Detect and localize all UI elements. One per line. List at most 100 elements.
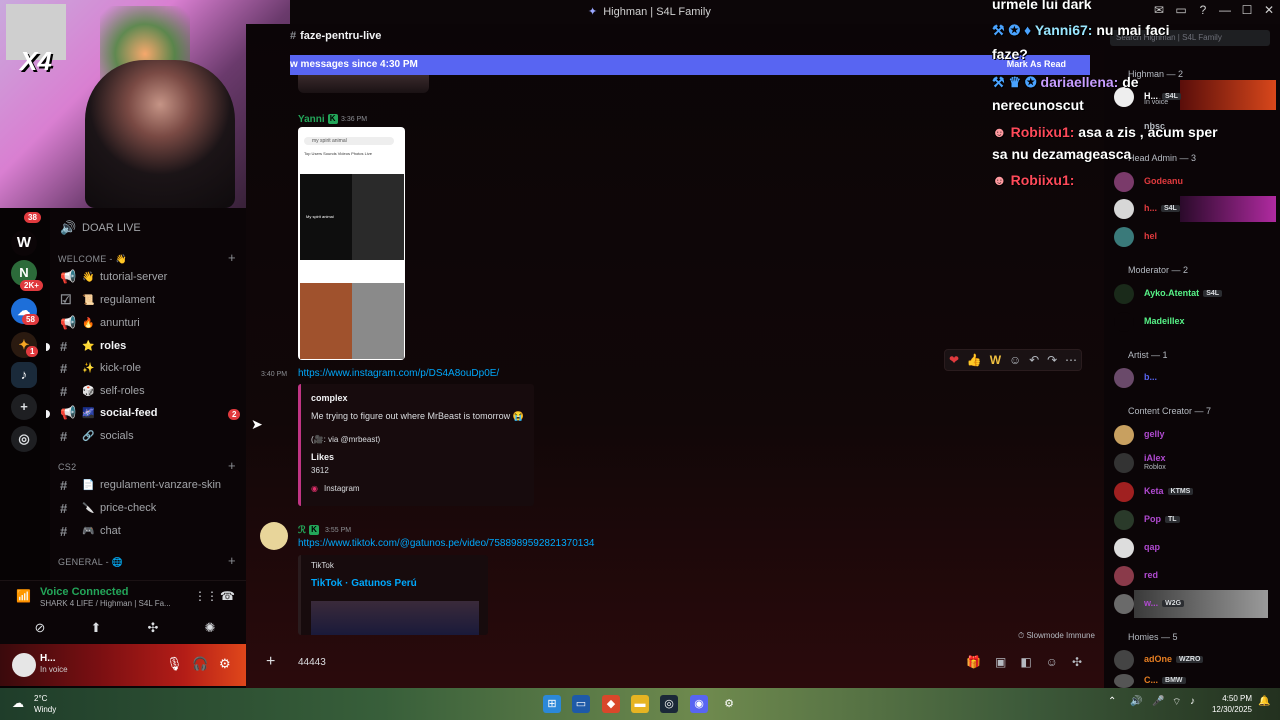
signal-icon[interactable]: 📶 [16, 589, 31, 603]
member-item[interactable]: Keta KTMS [1114, 481, 1276, 503]
category-general[interactable]: GENERAL - 🌐 [58, 557, 123, 568]
apps-icon[interactable]: ✣ [1072, 655, 1082, 669]
clock[interactable]: 4:50 PM 12/30/2025 [1208, 693, 1252, 715]
add-channel-icon[interactable]: + [228, 458, 236, 473]
sticker-icon[interactable]: ◧ [1020, 655, 1031, 669]
instagram-link[interactable]: https://www.instagram.com/p/DS4A8ouDp0E/ [298, 368, 499, 379]
channel-roles[interactable]: # ⭐ roles [60, 336, 240, 356]
notifications-icon[interactable]: 🔔 [1258, 696, 1270, 707]
settings-app-icon[interactable]: ⚙ [720, 695, 738, 713]
voice-channel-doar-live[interactable]: 🔊 DOAR LIVE [60, 218, 240, 238]
brave-icon[interactable]: ◆ [602, 695, 620, 713]
noise-suppression-icon[interactable]: ⋮⋮ [194, 589, 218, 603]
tiktok-link[interactable]: https://www.tiktok.com/@gatunos.pe/video… [298, 538, 594, 549]
soundboard-icon[interactable]: ✺ [192, 617, 228, 639]
close-button[interactable]: ✕ [1258, 0, 1280, 22]
screen-share-icon[interactable]: ⬆ [78, 617, 114, 639]
member-item[interactable]: b... [1114, 367, 1276, 389]
avatar[interactable] [12, 653, 36, 677]
headphones-icon[interactable]: 🎧 [192, 656, 208, 672]
channel-price-check[interactable]: # 🔪 price-check [60, 498, 240, 518]
forward-icon[interactable]: ↷ [1047, 353, 1057, 367]
weather-widget[interactable]: 2°C Windy [34, 693, 56, 715]
embed-thumbnail[interactable] [311, 601, 479, 635]
start-icon[interactable]: ⊞ [543, 695, 561, 713]
server-icon-music[interactable]: ♪ [11, 362, 37, 388]
mic-tray-icon[interactable]: 🎤 [1152, 696, 1164, 707]
member-item[interactable]: gelly [1114, 424, 1276, 446]
channel-chat[interactable]: # 🎮 chat [60, 521, 240, 541]
channel-anunturi[interactable]: 📢 🔥 anunturi [60, 313, 240, 333]
member-item[interactable]: Godeanu [1114, 171, 1276, 193]
embed-author[interactable]: complex [311, 393, 348, 403]
previous-image[interactable] [298, 75, 429, 93]
member-item[interactable]: w... W2G [1114, 593, 1276, 615]
heart-reaction-icon[interactable]: ❤ [949, 353, 959, 367]
emoji-icon[interactable]: ☺ [1046, 655, 1058, 669]
microphone-icon[interactable]: 🎙 [166, 656, 183, 672]
member-name: hel [1144, 231, 1158, 241]
member-item[interactable]: hel [1114, 226, 1276, 248]
add-channel-icon[interactable]: + [228, 553, 236, 568]
member-item[interactable]: red [1114, 565, 1276, 587]
username[interactable]: H... [40, 653, 56, 664]
message-author[interactable]: ℛK [298, 525, 322, 536]
channel-self-roles[interactable]: # 🎲 self-roles [60, 381, 240, 401]
channel-regulament[interactable]: ☑ 📜 regulament [60, 290, 240, 310]
speaker-tray-icon[interactable]: ♪ [1190, 696, 1195, 707]
attached-image[interactable]: my spirit animal Top Users Sounds Videos… [298, 127, 405, 360]
server-icon-w[interactable]: W [11, 230, 37, 256]
help-icon[interactable]: ? [1192, 0, 1214, 22]
member-item[interactable]: h... S4L [1114, 198, 1276, 220]
member-item[interactable]: Pop TL [1114, 509, 1276, 531]
member-item[interactable]: Madeillex [1114, 311, 1276, 333]
gift-icon[interactable]: 🎁 [966, 655, 981, 669]
add-attachment-icon[interactable]: + [266, 653, 275, 671]
thumbs-up-reaction-icon[interactable]: 👍 [967, 353, 982, 367]
category-welcome[interactable]: WELCOME - 👋 [58, 254, 127, 265]
overlay-message: ☻ Robiixu1: asa a zis , acum sper [992, 124, 1218, 140]
network-icon[interactable]: ⌔ [1172, 696, 1181, 709]
message-author[interactable]: Yanni K [298, 114, 341, 125]
member-item[interactable]: qap [1114, 537, 1276, 559]
volume-icon[interactable]: 🔊 [1130, 696, 1142, 707]
steam-icon[interactable]: ◎ [660, 695, 678, 713]
task-view-icon[interactable]: ▭ [572, 695, 590, 713]
message-composer[interactable]: + 44443 🎁 ▣ ◧ ☺ ✣ [258, 648, 1098, 678]
file-explorer-icon[interactable]: ▬ [631, 695, 649, 713]
settings-icon[interactable]: ⚙ [219, 656, 231, 672]
disconnect-icon[interactable]: ☎ [220, 589, 235, 603]
weather-icon[interactable]: ☁ [12, 696, 24, 710]
maximize-button[interactable]: ☐ [1236, 0, 1258, 22]
tray-overflow-icon[interactable]: ⌃ [1108, 696, 1116, 707]
channel-social-feed[interactable]: 📢 🌌 social-feed [60, 403, 240, 423]
member-item[interactable]: adOne WZRO [1114, 649, 1276, 671]
more-icon[interactable]: ⋯ [1065, 353, 1077, 367]
add-channel-icon[interactable]: + [228, 250, 236, 265]
channel-regulament-vanzare-skin[interactable]: # 📄 regulament-vanzare-skin [60, 475, 240, 495]
avatar[interactable] [260, 522, 288, 550]
discord-icon[interactable]: ◉ [690, 695, 708, 713]
message-input[interactable]: 44443 [298, 657, 326, 668]
new-messages-bar[interactable]: w messages since 4:30 PM Mark As Read [290, 55, 1090, 75]
category-cs2[interactable]: CS2 [58, 462, 76, 472]
activities-icon[interactable]: ✣ [135, 617, 171, 639]
member-item[interactable]: iAlex Roblox [1114, 452, 1276, 474]
embed-title[interactable]: TikTok · Gatunos Perú [311, 578, 417, 589]
channel-socials[interactable]: # 🔗 socials [60, 426, 240, 446]
channel-tutorial-server[interactable]: 📢 👋 tutorial-server [60, 267, 240, 287]
camera-off-icon[interactable]: ⊘ [22, 617, 58, 639]
voice-channel-path[interactable]: SHARK 4 LIFE / Highman | S4L Fa... [40, 599, 190, 608]
member-item[interactable]: C... BMW [1114, 673, 1276, 688]
add-reaction-icon[interactable]: ☺ [1009, 353, 1021, 367]
w-reaction-icon[interactable]: W [990, 353, 1001, 367]
minimize-button[interactable]: — [1214, 0, 1236, 22]
reply-icon[interactable]: ↶ [1029, 353, 1039, 367]
gif-icon[interactable]: ▣ [995, 655, 1006, 669]
add-server-icon[interactable]: + [11, 394, 37, 420]
monitor-icon[interactable]: ▭ [1170, 0, 1192, 22]
member-item[interactable]: Ayko.Atentat S4L [1114, 283, 1276, 305]
discover-icon[interactable]: ◎ [11, 426, 37, 452]
channel-kick-role[interactable]: # ✨ kick-role [60, 358, 240, 378]
inbox-icon[interactable]: ✉ [1148, 0, 1170, 22]
